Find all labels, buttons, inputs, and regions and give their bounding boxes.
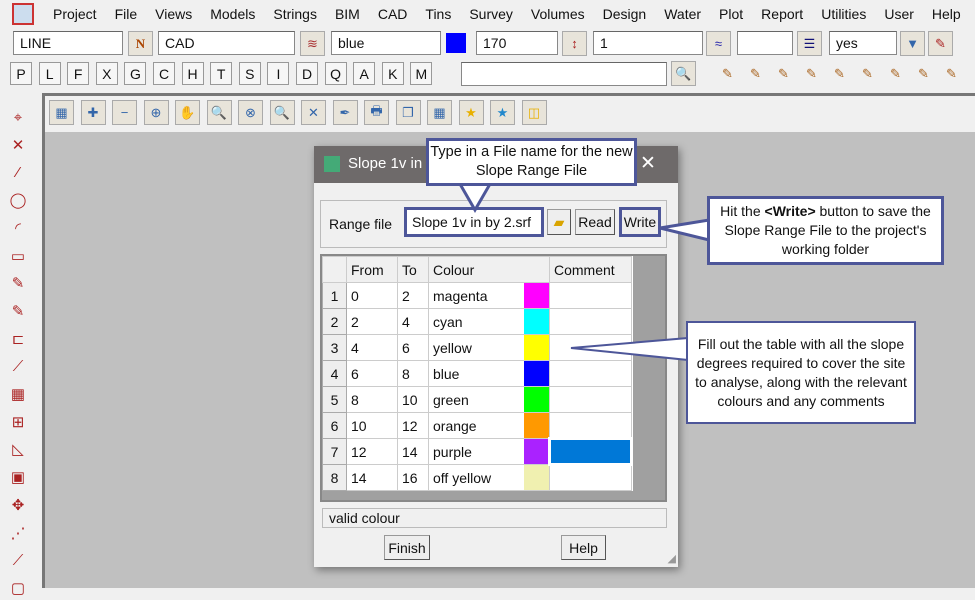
callout-table: Fill out the table with all the slope de…	[686, 321, 916, 424]
callout-filename: Type in a File name for the new Slope Ra…	[426, 138, 637, 186]
callout-write-text: Hit the <Write> button to save the Slope…	[720, 203, 931, 257]
callout-arrows	[457, 182, 711, 362]
callout-table-text: Fill out the table with all the slope de…	[695, 335, 907, 409]
callout-arrow-write	[659, 218, 711, 242]
callout-filename-text: Type in a File name for the new Slope Ra…	[430, 144, 633, 179]
callout-write: Hit the <Write> button to save the Slope…	[707, 196, 944, 265]
callout-arrow-filename	[457, 182, 493, 214]
callout-arrow-table	[570, 336, 689, 362]
